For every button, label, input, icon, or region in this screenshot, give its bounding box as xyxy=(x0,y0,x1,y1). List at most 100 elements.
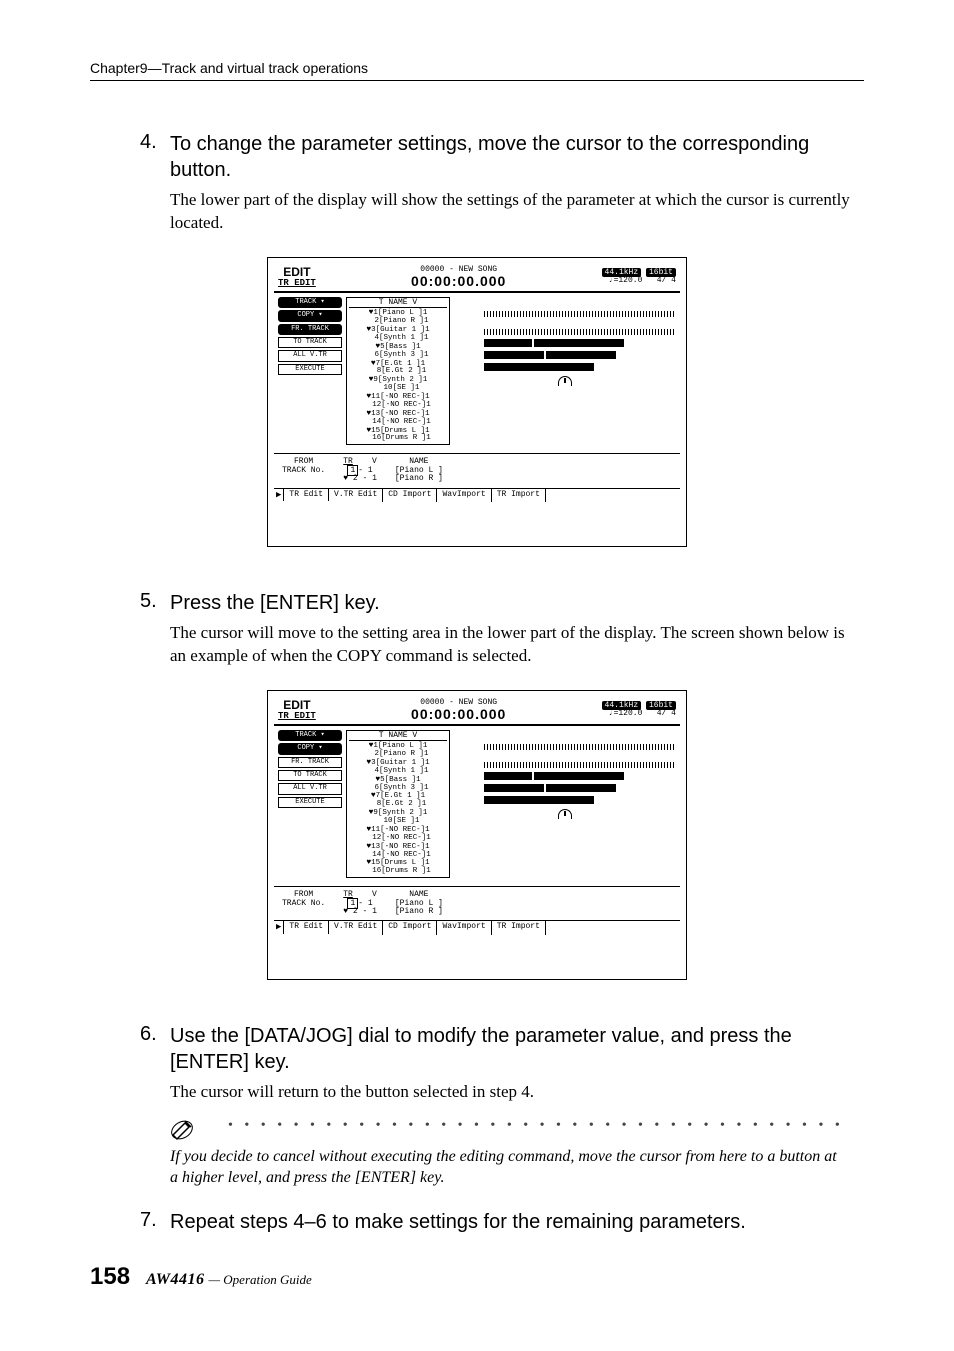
tab-tr-import[interactable]: TR Import xyxy=(492,489,546,502)
lcd-btn-copy[interactable]: COPY ▾ xyxy=(278,310,342,321)
step-number: 5. xyxy=(140,590,170,668)
note-block: • • • • • • • • • • • • • • • • • • • • … xyxy=(170,1118,864,1189)
page-number: 158 xyxy=(90,1263,130,1291)
lcd-track-list: T NAME V ♥1[Piano L ]1 2[Piano R ]1 ♥3[G… xyxy=(346,297,450,445)
lcd-btn-track[interactable]: TRACK ▾ xyxy=(278,730,342,741)
track-row: 5[Bass ]1 xyxy=(380,343,421,351)
tab-tr-edit[interactable]: TR Edit xyxy=(283,920,329,933)
name-val-2: [Piano R ] xyxy=(395,475,443,483)
lcd-screenshot: EDIT TR EDIT 00000 - NEW SONG 00:00:00.0… xyxy=(267,690,687,980)
tab-tr-import[interactable]: TR Import xyxy=(492,921,546,934)
tab-cd-import[interactable]: CD Import xyxy=(383,489,437,502)
lcd-btn-fr-track[interactable]: FR. TRACK xyxy=(278,757,342,768)
page-footer: 158 AW4416 — Operation Guide xyxy=(90,1263,312,1291)
lcd-btn-fr-track[interactable]: FR. TRACK xyxy=(278,324,342,335)
track-row: 2[Piano R ]1 xyxy=(374,317,428,325)
note-text: If you decide to cancel without executin… xyxy=(170,1146,844,1189)
lcd-tabs: ▶ TR Edit V.TR Edit CD Import WavImport … xyxy=(274,920,680,934)
lcd-meters xyxy=(454,297,676,445)
step-explain: The cursor will return to the button sel… xyxy=(170,1081,864,1104)
lcd-btn-execute[interactable]: EXECUTE xyxy=(278,364,342,375)
step-title: Use the [DATA/JOG] dial to modify the pa… xyxy=(170,1023,864,1075)
track-row: 3[Guitar 1 ]1 xyxy=(371,759,430,767)
name-val-2: [Piano R ] xyxy=(395,908,443,916)
lcd-btn-to-track[interactable]: TO TRACK xyxy=(278,337,342,348)
lcd-title: EDIT xyxy=(278,699,316,712)
track-row: 8[E.Gt 2 ]1 xyxy=(377,800,427,808)
lcd-tempo: ♩=120.0 xyxy=(609,709,643,718)
lcd-tempo: ♩=120.0 xyxy=(609,276,643,285)
step-title: Press the [ENTER] key. xyxy=(170,590,864,616)
lcd-tabs: ▶ TR Edit V.TR Edit CD Import WavImport … xyxy=(274,488,680,502)
lcd-btn-to-track[interactable]: TO TRACK xyxy=(278,770,342,781)
track-row: 10[SE ]1 xyxy=(383,817,419,825)
v-val-2: - 1 xyxy=(362,474,376,483)
step-number: 6. xyxy=(140,1023,170,1104)
track-row: 16[Drums R ]1 xyxy=(372,434,431,442)
track-row: 5[Bass ]1 xyxy=(380,776,421,784)
v-col: V xyxy=(372,457,377,466)
tab-cd-import[interactable]: CD Import xyxy=(383,921,437,934)
jog-icon xyxy=(558,376,572,386)
track-header: T NAME V xyxy=(349,732,447,741)
lcd-lower-panel: FROM TRACK No. TR V 1- 1 ♥ 2 - 1 NAME [P… xyxy=(274,886,680,920)
step-title: To change the parameter settings, move t… xyxy=(170,131,864,183)
v-val-2: - 1 xyxy=(362,907,376,916)
track-row: 1[Piano L ]1 xyxy=(373,309,427,317)
lcd-btn-all-vtr[interactable]: ALL V.TR xyxy=(278,783,342,794)
track-row: 1[Piano L ]1 xyxy=(373,742,427,750)
track-row: 12[-NO REC-]1 xyxy=(372,834,431,842)
track-row: 13[-NO REC-]1 xyxy=(371,410,430,418)
track-row: 9[Synth 2 ]1 xyxy=(373,376,427,384)
lcd-btn-track[interactable]: TRACK ▾ xyxy=(278,297,342,308)
track-row: 2[Piano R ]1 xyxy=(374,750,428,758)
jog-icon xyxy=(558,809,572,819)
header-divider xyxy=(90,80,864,81)
track-row: 15[Drums L ]1 xyxy=(371,427,430,435)
lcd-lower-panel: FROM TRACK No. TR V 1- 1 ♥ 2 - 1 NAME [P… xyxy=(274,453,680,487)
tr-val-2: 2 xyxy=(353,474,358,483)
brand-label: AW4416 xyxy=(146,1271,204,1289)
track-row: 7[E.Gt 1 ]1 xyxy=(376,792,426,800)
step-number: 7. xyxy=(140,1209,170,1235)
track-row: 10[SE ]1 xyxy=(383,384,419,392)
tab-vtr-edit[interactable]: V.TR Edit xyxy=(329,921,383,934)
chapter-header: Chapter9—Track and virtual track operati… xyxy=(90,60,864,76)
lcd-counter: 4/ 4 xyxy=(657,709,676,718)
track-row: 7[E.Gt 1 ]1 xyxy=(376,360,426,368)
track-row: 6[Synth 3 ]1 xyxy=(374,351,428,359)
step-number: 4. xyxy=(140,131,170,235)
lcd-meters xyxy=(454,730,676,878)
track-row: 11[-NO REC-]1 xyxy=(371,826,430,834)
track-row: 15[Drums L ]1 xyxy=(371,859,430,867)
v-col: V xyxy=(372,890,377,899)
track-no-label: TRACK No. xyxy=(282,899,325,908)
tab-wav-import[interactable]: WavImport xyxy=(437,489,491,502)
lcd-time: 00:00:00.000 xyxy=(411,707,506,722)
lcd-subtitle: TR EDIT xyxy=(278,279,316,288)
track-header: T NAME V xyxy=(349,299,447,308)
pencil-icon xyxy=(170,1118,194,1142)
lcd-btn-execute[interactable]: EXECUTE xyxy=(278,797,342,808)
screenshot-2: EDIT TR EDIT 00000 - NEW SONG 00:00:00.0… xyxy=(90,690,864,985)
lcd-counter: 4/ 4 xyxy=(657,276,676,285)
track-row: 4[Synth 1 ]1 xyxy=(374,767,428,775)
screenshot-1: EDIT TR EDIT 00000 - NEW SONG 00:00:00.0… xyxy=(90,257,864,552)
track-row: 13[-NO REC-]1 xyxy=(371,843,430,851)
step-explain: The lower part of the display will show … xyxy=(170,189,864,235)
track-no-label: TRACK No. xyxy=(282,466,325,475)
tab-tr-edit[interactable]: TR Edit xyxy=(283,488,329,501)
track-row: 12[-NO REC-]1 xyxy=(372,401,431,409)
step-explain: The cursor will move to the setting area… xyxy=(170,622,864,668)
lcd-btn-copy[interactable]: COPY ▾ xyxy=(278,743,342,754)
track-row: 3[Guitar 1 ]1 xyxy=(371,326,430,334)
tab-vtr-edit[interactable]: V.TR Edit xyxy=(329,489,383,502)
lcd-btn-all-vtr[interactable]: ALL V.TR xyxy=(278,350,342,361)
guide-label: — Operation Guide xyxy=(208,1272,311,1288)
track-row: 11[-NO REC-]1 xyxy=(371,393,430,401)
tab-wav-import[interactable]: WavImport xyxy=(437,921,491,934)
step-4: 4. To change the parameter settings, mov… xyxy=(140,131,864,235)
note-dots: • • • • • • • • • • • • • • • • • • • • … xyxy=(228,1118,844,1134)
track-row: 4[Synth 1 ]1 xyxy=(374,334,428,342)
lcd-time: 00:00:00.000 xyxy=(411,274,506,289)
